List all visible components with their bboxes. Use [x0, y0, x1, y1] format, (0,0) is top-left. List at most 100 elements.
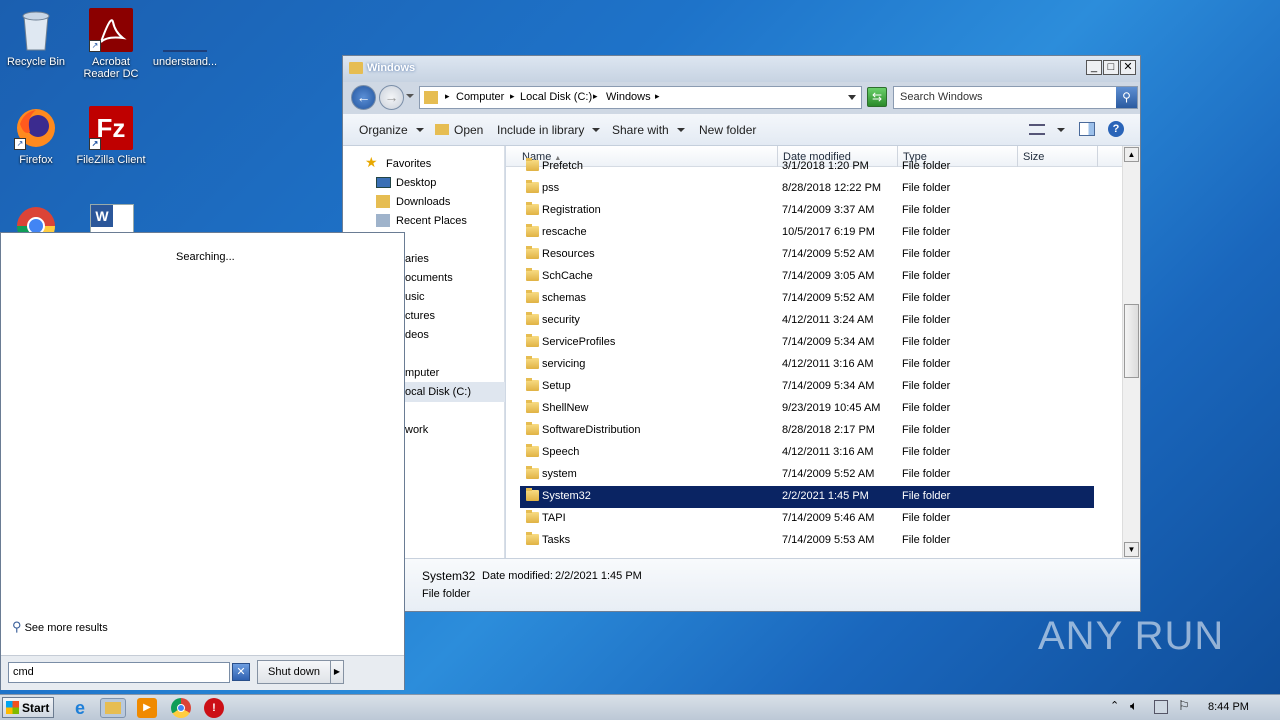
table-row[interactable]: system 7/14/2009 5:52 AM File folder: [520, 464, 1094, 486]
chrome-desktop-icon[interactable]: [14, 204, 58, 232]
see-more-results-link[interactable]: ⚲ See more results: [12, 619, 108, 635]
breadcrumb-separator-icon[interactable]: ▸: [593, 91, 598, 102]
column-separator[interactable]: [1097, 146, 1098, 167]
chevron-down-icon[interactable]: [1057, 128, 1065, 132]
nav-desktop[interactable]: Desktop: [396, 177, 436, 189]
file-date: 4/12/2011 3:24 AM: [782, 314, 874, 326]
opera-taskbar-icon[interactable]: !: [204, 698, 224, 718]
scroll-up-arrow-icon[interactable]: ▲: [1124, 147, 1139, 162]
nav-music[interactable]: usic: [405, 291, 425, 303]
nav-pictures[interactable]: ctures: [405, 310, 435, 322]
history-dropdown-icon[interactable]: [406, 94, 414, 98]
desktop-icon-recycle-bin[interactable]: Recycle Bin: [0, 8, 76, 68]
table-row[interactable]: Registration 7/14/2009 3:37 AM File folder: [520, 200, 1094, 222]
search-input[interactable]: Search Windows ⚲: [893, 86, 1138, 109]
see-more-label: See more results: [24, 622, 108, 634]
word-doc-desktop-icon[interactable]: W: [90, 204, 134, 232]
nav-libraries[interactable]: aries: [405, 253, 429, 265]
table-row[interactable]: TAPI 7/14/2009 5:46 AM File folder: [520, 508, 1094, 530]
file-date: 7/14/2009 3:37 AM: [782, 204, 875, 216]
breadcrumb-windows[interactable]: Windows: [606, 91, 651, 103]
media-player-taskbar-icon[interactable]: ▶: [137, 698, 157, 718]
nav-documents[interactable]: ocuments: [405, 272, 453, 284]
minimize-button[interactable]: _: [1086, 60, 1102, 75]
shutdown-options-arrow-icon[interactable]: ▶: [330, 661, 343, 683]
network-icon[interactable]: [1154, 700, 1168, 714]
file-name: System32: [542, 490, 591, 502]
back-button[interactable]: ←: [351, 85, 376, 110]
address-bar[interactable]: ▸ Computer ▸ Local Disk (C:) ▸ Windows ▸: [419, 86, 862, 109]
action-center-flag-icon[interactable]: ⚐: [1178, 698, 1190, 714]
share-with-button[interactable]: Share with: [612, 123, 685, 137]
view-options-icon[interactable]: [1029, 124, 1045, 135]
maximize-button[interactable]: □: [1103, 60, 1119, 75]
address-dropdown-icon[interactable]: [848, 95, 856, 100]
refresh-button[interactable]: ⇆: [867, 87, 887, 107]
nav-recent-places[interactable]: Recent Places: [396, 215, 467, 227]
desktop-icon-filezilla[interactable]: Fz ↗ FileZilla Client: [71, 106, 151, 166]
clock[interactable]: 8:44 PM: [1208, 701, 1249, 713]
table-row[interactable]: SchCache 7/14/2009 3:05 AM File folder: [520, 266, 1094, 288]
organize-button[interactable]: Organize: [359, 123, 424, 137]
breadcrumb-separator-icon[interactable]: ▸: [510, 91, 515, 102]
close-button[interactable]: ✕: [1120, 60, 1136, 75]
details-name: System32: [422, 569, 476, 583]
folder-icon: [526, 268, 539, 281]
breadcrumb-separator-icon[interactable]: ▸: [445, 91, 450, 102]
table-row[interactable]: ShellNew 9/23/2019 10:45 AM File folder: [520, 398, 1094, 420]
table-row[interactable]: schemas 7/14/2009 5:52 AM File folder: [520, 288, 1094, 310]
nav-computer[interactable]: mputer: [405, 367, 439, 379]
window-titlebar[interactable]: Windows _ □ ✕: [343, 56, 1140, 82]
explorer-taskbar-icon[interactable]: [100, 698, 126, 718]
table-row[interactable]: Speech 4/12/2011 3:16 AM File folder: [520, 442, 1094, 464]
desktop-icon-understand[interactable]: understand...: [145, 8, 225, 68]
file-name: Resources: [542, 248, 595, 260]
shutdown-button[interactable]: Shut down ▶: [257, 660, 344, 684]
breadcrumb-local-disk[interactable]: Local Disk (C:): [520, 91, 592, 103]
help-icon[interactable]: ?: [1108, 121, 1124, 137]
table-row[interactable]: Prefetch 3/1/2018 1:20 PM File folder: [520, 156, 1094, 178]
table-row[interactable]: ServiceProfiles 7/14/2009 5:34 AM File fol…: [520, 332, 1094, 354]
clear-search-button[interactable]: ✕: [232, 663, 250, 681]
vertical-scrollbar[interactable]: ▲ ▼: [1122, 146, 1140, 558]
table-row[interactable]: System32 2/2/2021 1:45 PM File folder: [520, 486, 1094, 508]
table-row[interactable]: servicing 4/12/2011 3:16 AM File folder: [520, 354, 1094, 376]
nav-local-disk[interactable]: ocal Disk (C:): [405, 386, 471, 398]
show-hidden-icons-icon[interactable]: ⌃: [1110, 699, 1119, 712]
table-row[interactable]: pss 8/28/2018 12:22 PM File folder: [520, 178, 1094, 200]
open-button[interactable]: Open: [435, 123, 483, 137]
firefox-icon: ↗: [14, 106, 58, 150]
internet-explorer-taskbar-icon[interactable]: e: [70, 698, 90, 718]
scroll-down-arrow-icon[interactable]: ▼: [1124, 542, 1139, 557]
nav-downloads[interactable]: Downloads: [396, 196, 450, 208]
table-row[interactable]: SoftwareDistribution 8/28/2018 2:17 PM Fil…: [520, 420, 1094, 442]
start-button[interactable]: Start: [2, 697, 54, 718]
chrome-taskbar-icon[interactable]: [171, 698, 191, 718]
file-type: File folder: [902, 468, 951, 480]
desktop-icon-firefox[interactable]: ↗ Firefox: [0, 106, 76, 166]
volume-icon[interactable]: 🔈︎: [1130, 698, 1138, 714]
nav-network[interactable]: work: [405, 424, 428, 436]
table-row[interactable]: Setup 7/14/2009 5:34 AM File folder: [520, 376, 1094, 398]
nav-videos[interactable]: deos: [405, 329, 429, 341]
table-row[interactable]: security 4/12/2011 3:24 AM File folder: [520, 310, 1094, 332]
file-type: File folder: [902, 248, 951, 260]
include-in-library-button[interactable]: Include in library: [497, 123, 601, 137]
new-folder-button[interactable]: New folder: [699, 123, 756, 137]
table-row[interactable]: Tasks 7/14/2009 5:53 AM File folder: [520, 530, 1094, 552]
desktop-icon-acrobat[interactable]: ↗ Acrobat Reader DC: [71, 8, 151, 80]
breadcrumb-separator-icon[interactable]: ▸: [655, 91, 660, 102]
table-row[interactable]: Resources 7/14/2009 5:52 AM File folder: [520, 244, 1094, 266]
forward-button[interactable]: →: [379, 85, 404, 110]
start-search-input[interactable]: cmd: [8, 662, 230, 683]
file-date: 7/14/2009 5:34 AM: [782, 380, 875, 392]
desktop-icon: [376, 177, 391, 188]
table-row[interactable]: rescache 10/5/2017 6:19 PM File folder: [520, 222, 1094, 244]
details-type: File folder: [422, 588, 471, 600]
breadcrumb-computer[interactable]: Computer: [456, 91, 504, 103]
search-icon[interactable]: ⚲: [1116, 87, 1137, 108]
file-name: Speech: [542, 446, 580, 458]
scrollbar-thumb[interactable]: [1124, 304, 1139, 378]
nav-favorites[interactable]: Favorites: [386, 158, 431, 170]
preview-pane-icon[interactable]: [1079, 122, 1095, 136]
